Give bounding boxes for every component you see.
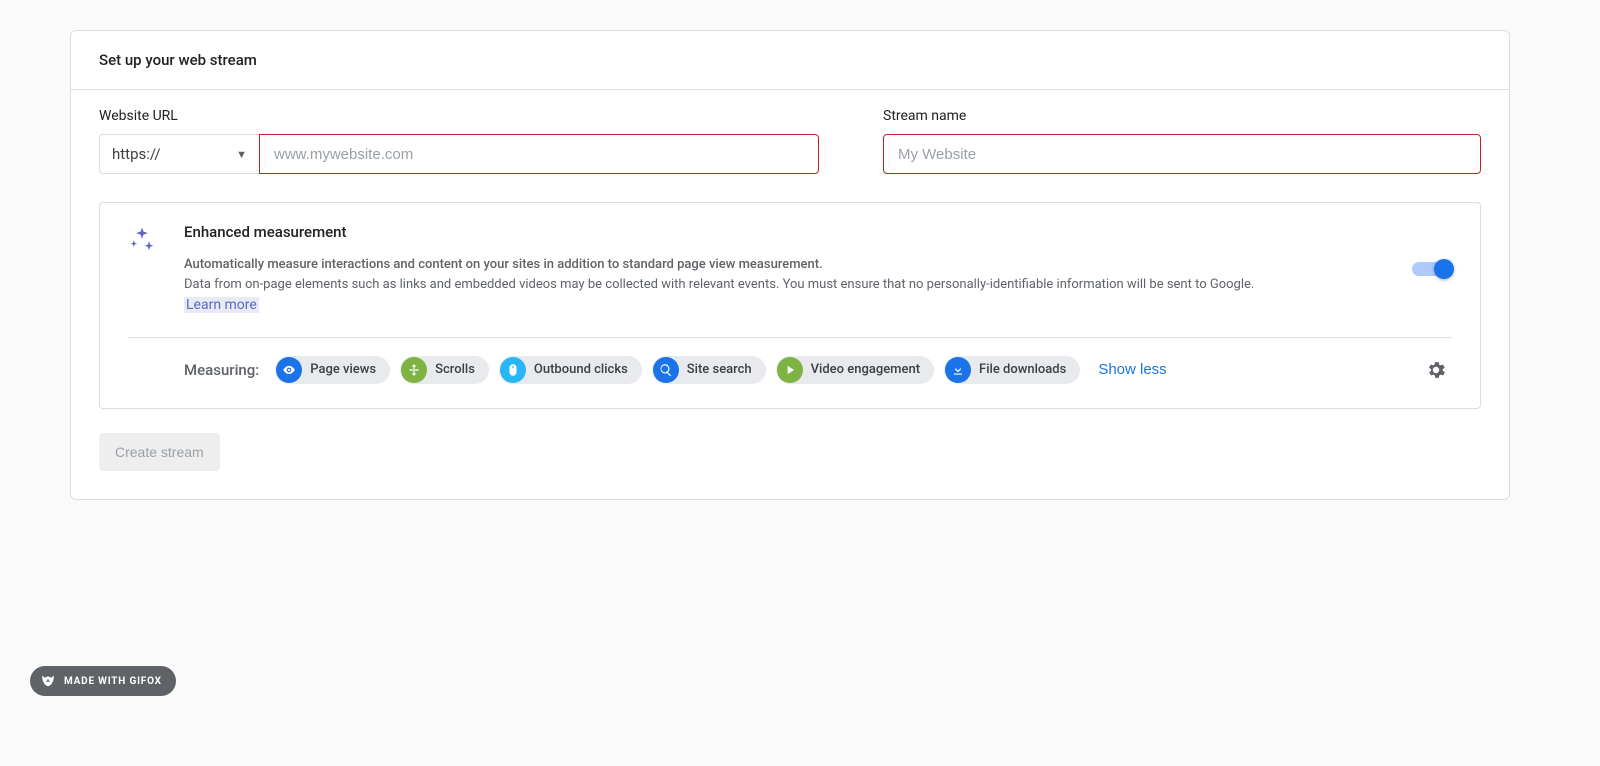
sparkle-icon bbox=[128, 225, 184, 253]
stream-name-input[interactable] bbox=[883, 134, 1481, 174]
show-less-button[interactable]: Show less bbox=[1098, 361, 1166, 378]
chip-label: Page views bbox=[310, 362, 376, 377]
gifox-badge: MADE WITH GIFOX bbox=[30, 666, 176, 696]
enhanced-title: Enhanced measurement bbox=[184, 223, 1452, 241]
eye-icon bbox=[276, 357, 302, 383]
form-row: Website URL https:// ▼ Stream name bbox=[71, 90, 1509, 202]
gear-icon bbox=[1425, 359, 1447, 381]
settings-button[interactable] bbox=[1420, 354, 1452, 386]
website-url-field-group: Website URL https:// ▼ bbox=[99, 108, 819, 174]
fox-icon bbox=[40, 673, 56, 689]
panel-divider bbox=[128, 337, 1452, 338]
measuring-chip: Outbound clicks bbox=[499, 356, 642, 384]
measuring-chip: File downloads bbox=[944, 356, 1080, 384]
learn-more-link[interactable]: Learn more bbox=[184, 297, 259, 313]
search-icon bbox=[653, 357, 679, 383]
chip-label: Outbound clicks bbox=[534, 362, 628, 377]
web-stream-setup-card: Set up your web stream Website URL https… bbox=[70, 30, 1510, 500]
enhanced-measurement-panel: Enhanced measurement Automatically measu… bbox=[99, 202, 1481, 409]
measuring-chip: Scrolls bbox=[400, 356, 489, 384]
stream-name-label: Stream name bbox=[883, 108, 1481, 124]
measuring-chip: Video engagement bbox=[776, 356, 934, 384]
measuring-label: Measuring: bbox=[184, 361, 259, 379]
measuring-chip: Site search bbox=[652, 356, 766, 384]
enhanced-toggle[interactable] bbox=[1412, 259, 1452, 279]
protocol-value: https:// bbox=[112, 145, 161, 163]
measuring-chip: Page views bbox=[275, 356, 390, 384]
website-url-input[interactable] bbox=[259, 134, 819, 174]
scroll-icon bbox=[401, 357, 427, 383]
mouse-icon bbox=[500, 357, 526, 383]
chip-label: File downloads bbox=[979, 362, 1066, 377]
stream-name-field-group: Stream name bbox=[883, 108, 1481, 174]
chip-label: Site search bbox=[687, 362, 752, 377]
measuring-row: Measuring: Page views Scrolls Outbound cli… bbox=[128, 356, 1452, 384]
website-url-label: Website URL bbox=[99, 108, 819, 124]
badge-text: MADE WITH GIFOX bbox=[64, 676, 162, 687]
download-icon bbox=[945, 357, 971, 383]
chip-label: Video engagement bbox=[811, 362, 920, 377]
chip-label: Scrolls bbox=[435, 362, 475, 377]
protocol-select[interactable]: https:// ▼ bbox=[99, 134, 259, 174]
create-stream-button[interactable]: Create stream bbox=[99, 433, 220, 471]
url-input-row: https:// ▼ bbox=[99, 134, 819, 174]
card-title: Set up your web stream bbox=[71, 31, 1509, 90]
enhanced-description: Automatically measure interactions and c… bbox=[184, 255, 1284, 317]
chevron-down-icon: ▼ bbox=[236, 148, 247, 161]
play-icon bbox=[777, 357, 803, 383]
